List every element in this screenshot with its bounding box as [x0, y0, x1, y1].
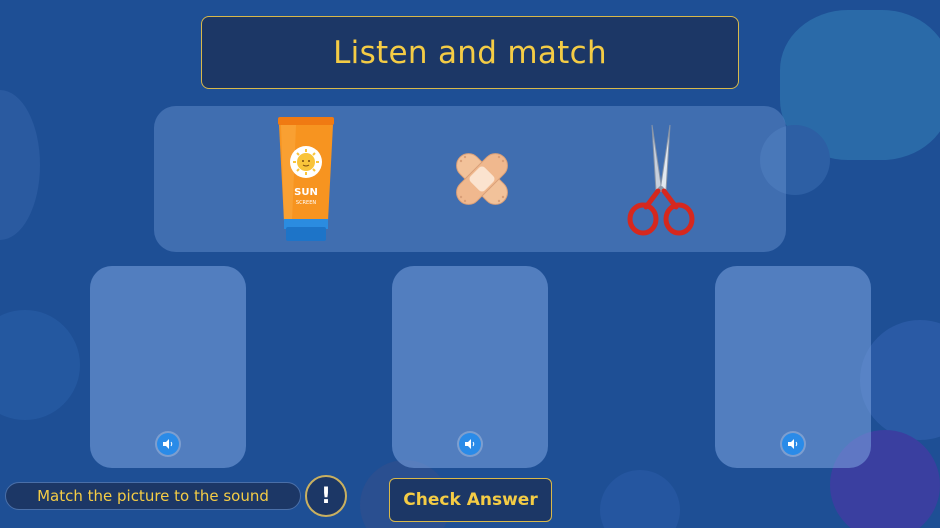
sunscreen-picture[interactable]: SUN SCREEN: [276, 117, 336, 243]
play-sound-button-2[interactable]: [459, 433, 481, 455]
sunscreen-label-line1: SUN: [294, 187, 318, 198]
sunscreen-icon: SUN SCREEN: [278, 117, 334, 241]
scissors-picture[interactable]: [626, 121, 696, 239]
sunscreen-label-line2: SCREEN: [296, 200, 316, 206]
page-title: Listen and match: [201, 16, 739, 89]
drop-zone-1[interactable]: [90, 266, 246, 468]
drop-zone-2[interactable]: [392, 266, 548, 468]
hint-button[interactable]: !: [305, 475, 347, 517]
check-answer-button[interactable]: Check Answer: [389, 478, 552, 522]
drop-zone-3[interactable]: [715, 266, 871, 468]
speaker-icon: [163, 439, 173, 449]
play-sound-button-3[interactable]: [782, 433, 804, 455]
bandage-icon: [456, 153, 508, 205]
instruction-text: Match the picture to the sound: [5, 482, 301, 510]
play-sound-button-1[interactable]: [157, 433, 179, 455]
scissors-icon: [627, 124, 695, 236]
speaker-icon: [788, 439, 798, 449]
speaker-icon: [465, 439, 475, 449]
bandage-picture[interactable]: [445, 143, 519, 215]
